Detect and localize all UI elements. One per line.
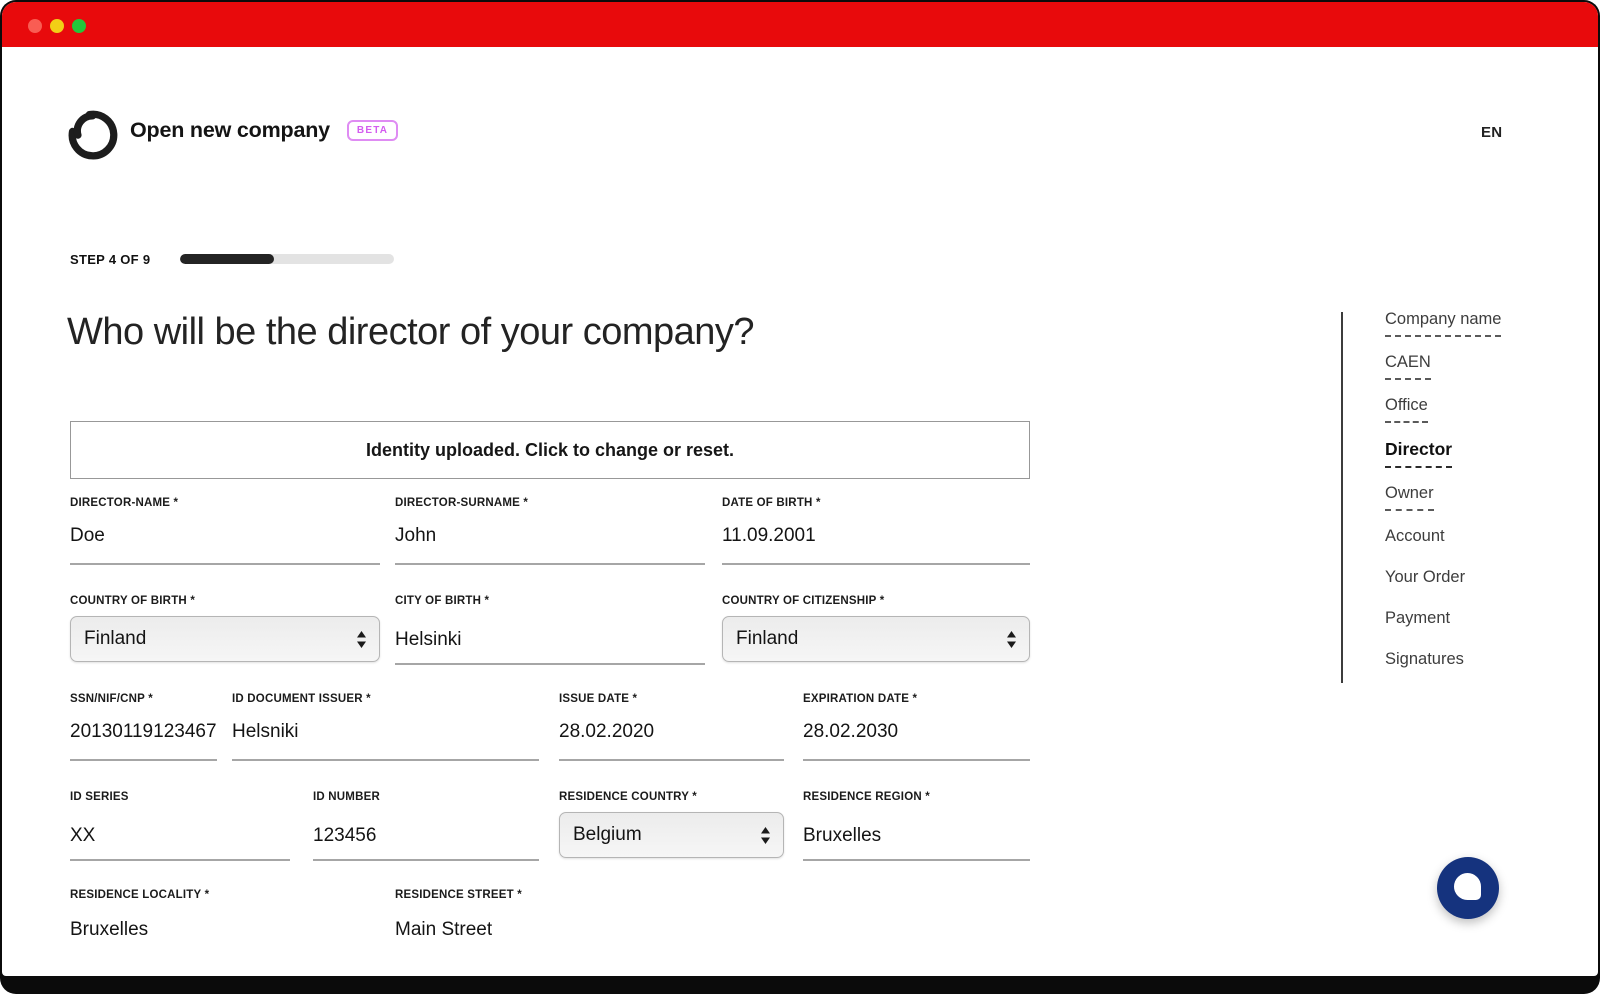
field-label: RESIDENCE STREET *	[395, 889, 705, 901]
country-of-birth-field: COUNTRY OF BIRTH * Finland	[70, 595, 380, 662]
sidebar-item-account: Account	[1385, 527, 1501, 552]
select-value: Belgium	[573, 824, 642, 846]
field-label: ISSUE DATE *	[559, 693, 784, 705]
minimize-window-button[interactable]	[50, 19, 64, 33]
sidebar-item-payment: Payment	[1385, 609, 1501, 634]
maximize-window-button[interactable]	[72, 19, 86, 33]
field-label: DATE OF BIRTH *	[722, 497, 1030, 509]
field-label: SSN/NIF/CNP *	[70, 693, 217, 705]
residence-locality-field: RESIDENCE LOCALITY * Bruxelles	[70, 889, 380, 941]
director-name-field: DIRECTOR-NAME * Doe	[70, 497, 380, 565]
identity-upload-banner-text: Identity uploaded. Click to change or re…	[366, 440, 734, 461]
expiration-date-input[interactable]: 28.02.2030	[803, 721, 1030, 743]
step-navigation: Company name CAEN Office Director Owner …	[1385, 310, 1501, 691]
residence-country-field: RESIDENCE COUNTRY * Belgium	[559, 791, 784, 858]
date-of-birth-field: DATE OF BIRTH * 11.09.2001	[722, 497, 1030, 565]
id-document-issuer-input[interactable]: Helsniki	[232, 721, 539, 743]
director-name-input[interactable]: Doe	[70, 525, 380, 547]
residence-country-select[interactable]: Belgium	[559, 812, 784, 858]
progress-bar-track	[180, 254, 394, 264]
sidebar-item-company-name[interactable]: Company name	[1385, 310, 1501, 337]
ssn-field: SSN/NIF/CNP * 20130119123467	[70, 693, 217, 761]
identity-upload-banner[interactable]: Identity uploaded. Click to change or re…	[70, 421, 1030, 479]
titlebar	[2, 2, 1598, 47]
field-label: RESIDENCE LOCALITY *	[70, 889, 380, 901]
beta-badge: BETA	[347, 120, 398, 141]
id-document-issuer-field: ID DOCUMENT ISSUER * Helsniki	[232, 693, 539, 761]
field-label: CITY OF BIRTH *	[395, 595, 705, 607]
ssn-input[interactable]: 20130119123467	[70, 721, 217, 743]
field-label: COUNTRY OF BIRTH *	[70, 595, 380, 607]
company-logo-icon	[66, 106, 120, 160]
city-of-birth-field: CITY OF BIRTH * Helsinki	[395, 595, 705, 665]
director-surname-field: DIRECTOR-SURNAME * John	[395, 497, 705, 565]
sidebar-item-office[interactable]: Office	[1385, 396, 1501, 423]
field-label: ID SERIES	[70, 791, 290, 803]
city-of-birth-input[interactable]: Helsinki	[395, 629, 705, 651]
select-arrows-icon	[356, 631, 367, 648]
step-indicator-label: STEP 4 OF 9	[70, 252, 150, 267]
residence-region-input[interactable]: Bruxelles	[803, 825, 1030, 847]
sidebar-item-caen[interactable]: CAEN	[1385, 353, 1501, 380]
chat-launcher-button[interactable]	[1437, 857, 1499, 919]
id-series-field: ID SERIES XX	[70, 791, 290, 861]
select-value: Finland	[736, 628, 798, 650]
field-label: ID NUMBER	[313, 791, 539, 803]
sidebar-item-your-order: Your Order	[1385, 568, 1501, 593]
residence-locality-input[interactable]: Bruxelles	[70, 919, 380, 941]
field-label: DIRECTOR-SURNAME *	[395, 497, 705, 509]
sidebar-item-director[interactable]: Director	[1385, 439, 1501, 468]
issue-date-field: ISSUE DATE * 28.02.2020	[559, 693, 784, 761]
field-label: DIRECTOR-NAME *	[70, 497, 380, 509]
residence-street-field: RESIDENCE STREET * Main Street	[395, 889, 705, 941]
expiration-date-field: EXPIRATION DATE * 28.02.2030	[803, 693, 1030, 761]
residence-street-input[interactable]: Main Street	[395, 919, 705, 941]
chat-bubble-icon	[1454, 873, 1481, 900]
field-label: RESIDENCE REGION *	[803, 791, 1030, 803]
country-of-citizenship-select[interactable]: Finland	[722, 616, 1030, 662]
close-window-button[interactable]	[28, 19, 42, 33]
progress-fill	[180, 254, 274, 264]
issue-date-input[interactable]: 28.02.2020	[559, 721, 784, 743]
field-label: EXPIRATION DATE *	[803, 693, 1030, 705]
id-number-field: ID NUMBER 123456	[313, 791, 539, 861]
language-selector[interactable]: EN	[1481, 124, 1502, 141]
select-arrows-icon	[760, 827, 771, 844]
page-title: Who will be the director of your company…	[67, 311, 1067, 354]
sidebar-item-owner[interactable]: Owner	[1385, 484, 1501, 511]
select-arrows-icon	[1006, 631, 1017, 648]
field-label: ID DOCUMENT ISSUER *	[232, 693, 539, 705]
window-surface: Open new company BETA EN STEP 4 OF 9 Who…	[2, 2, 1598, 976]
id-number-input[interactable]: 123456	[313, 825, 539, 847]
country-of-citizenship-field: COUNTRY OF CITIZENSHIP * Finland	[722, 595, 1030, 662]
id-series-input[interactable]: XX	[70, 825, 290, 847]
director-surname-input[interactable]: John	[395, 525, 705, 547]
field-label: COUNTRY OF CITIZENSHIP *	[722, 595, 1030, 607]
select-value: Finland	[84, 628, 146, 650]
sidebar-item-signatures: Signatures	[1385, 650, 1501, 675]
date-of-birth-input[interactable]: 11.09.2001	[722, 525, 1030, 547]
field-label: RESIDENCE COUNTRY *	[559, 791, 784, 803]
residence-region-field: RESIDENCE REGION * Bruxelles	[803, 791, 1030, 861]
stepnav-divider	[1341, 312, 1343, 683]
app-title: Open new company	[130, 118, 330, 143]
country-of-birth-select[interactable]: Finland	[70, 616, 380, 662]
app-window: Open new company BETA EN STEP 4 OF 9 Who…	[0, 0, 1600, 994]
